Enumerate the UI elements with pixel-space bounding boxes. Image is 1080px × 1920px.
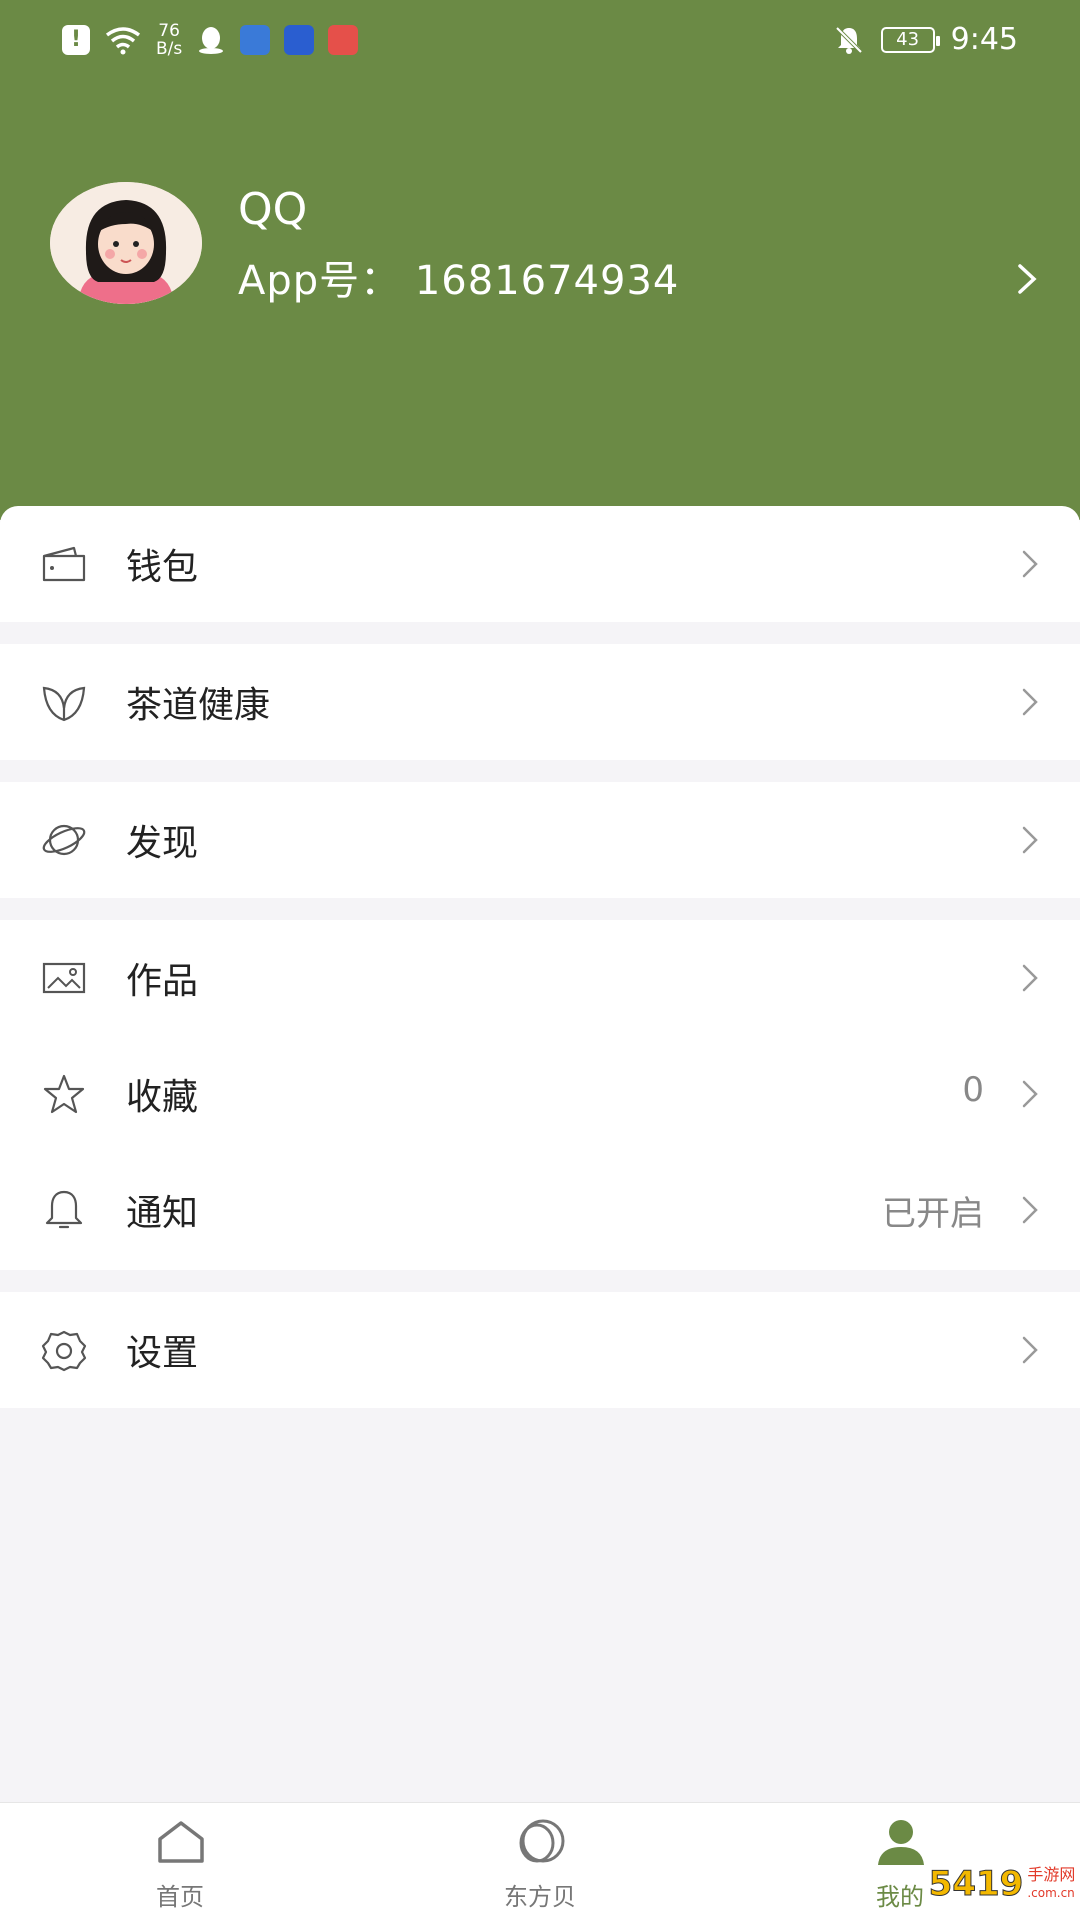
clock: 9:45 <box>950 22 1018 57</box>
menu-item-tea-health[interactable]: 茶道健康 <box>0 644 1080 760</box>
chevron-right-icon <box>1022 964 1038 992</box>
star-icon <box>43 1074 85 1114</box>
settings-card: 设置 <box>0 1292 1080 1408</box>
profile-chevron-right-icon <box>1018 264 1037 294</box>
profile-app-id: App号： 1681674934 <box>238 258 680 304</box>
chevron-right-icon <box>1022 688 1038 716</box>
tab-dongfangbei[interactable]: 东方贝 <box>360 1803 720 1920</box>
shell-icon <box>519 1819 565 1863</box>
chevron-right-icon <box>1022 1196 1038 1224</box>
watermark-text: 手游网 .com.cn <box>1027 1866 1075 1902</box>
favorites-count: 0 <box>962 1070 984 1110</box>
status-right: 43 9:45 <box>833 22 1018 57</box>
tea-card: 茶道健康 <box>0 644 1080 760</box>
chevron-right-icon <box>1022 1336 1038 1364</box>
menu-item-settings[interactable]: 设置 <box>0 1292 1080 1408</box>
menu-label-tea-health: 茶道健康 <box>126 685 271 726</box>
menu-item-notifications[interactable]: 通知 已开启 <box>0 1152 1080 1268</box>
discover-card: 发现 <box>0 782 1080 898</box>
tab-label-home: 首页 <box>156 1883 204 1911</box>
store-app-icon <box>328 25 359 55</box>
speed-unit: B/s <box>156 39 183 59</box>
chevron-right-icon <box>1022 826 1038 854</box>
wallet-icon <box>42 546 86 582</box>
profile-header: ! 76 B/s 43 9:45 QQ App号： 1681674934 <box>0 0 1080 520</box>
tab-home[interactable]: 首页 <box>0 1803 360 1920</box>
bottom-tab-bar: 首页 东方贝 我的 <box>0 1802 1080 1920</box>
wifi-icon <box>105 27 141 55</box>
watermark-text-top: 手游网 <box>1027 1865 1076 1884</box>
profile-name: QQ <box>238 184 308 235</box>
chevron-right-icon <box>1022 1080 1038 1108</box>
menu-label-wallet: 钱包 <box>126 547 199 588</box>
tab-label-dongfangbei: 东方贝 <box>504 1883 576 1911</box>
planet-icon <box>42 824 86 856</box>
avatar-image <box>50 182 202 304</box>
network-speed: 76 B/s <box>156 22 182 58</box>
menu-item-works[interactable]: 作品 <box>0 920 1080 1036</box>
watermark-logo: 5419 手游网 .com.cn <box>928 1852 1076 1916</box>
leaf-icon <box>42 686 86 722</box>
battery-level: 43 <box>896 28 920 50</box>
menu-label-settings: 设置 <box>126 1333 199 1374</box>
content-card: 作品 收藏 0 通知 已开启 <box>0 920 1080 1270</box>
gear-icon <box>41 1330 87 1372</box>
bulb-app-icon <box>284 25 315 55</box>
speed-value: 76 <box>158 21 180 41</box>
battery-icon: 43 <box>880 26 940 53</box>
menu-item-wallet[interactable]: 钱包 <box>0 506 1080 622</box>
watermark-digits: 5419 <box>928 1864 1024 1905</box>
mute-bell-icon <box>835 26 863 54</box>
wallet-card: 钱包 <box>0 506 1080 622</box>
chevron-right-icon <box>1022 550 1038 578</box>
profile-card[interactable]: QQ App号： 1681674934 <box>50 182 1040 308</box>
menu-label-favorites: 收藏 <box>126 1077 199 1118</box>
alert-icon: ! <box>62 25 90 55</box>
user-icon <box>878 1820 924 1865</box>
weather-app-icon <box>240 25 271 55</box>
watermark-text-bottom: .com.cn <box>1027 1886 1075 1900</box>
menu-item-discover[interactable]: 发现 <box>0 782 1080 898</box>
menu-label-notifications: 通知 <box>126 1193 199 1234</box>
avatar[interactable] <box>50 182 202 304</box>
notifications-state: 已开启 <box>882 1194 984 1234</box>
home-icon <box>158 1821 204 1863</box>
menu-item-favorites[interactable]: 收藏 0 <box>0 1036 1080 1152</box>
qq-icon <box>199 27 224 54</box>
menu-label-discover: 发现 <box>126 823 199 864</box>
image-icon <box>42 962 86 994</box>
status-left: ! 76 B/s <box>62 22 359 58</box>
status-bar: ! 76 B/s 43 9:45 <box>0 0 1080 90</box>
bell-icon <box>45 1190 83 1229</box>
menu-label-works: 作品 <box>126 961 199 1002</box>
